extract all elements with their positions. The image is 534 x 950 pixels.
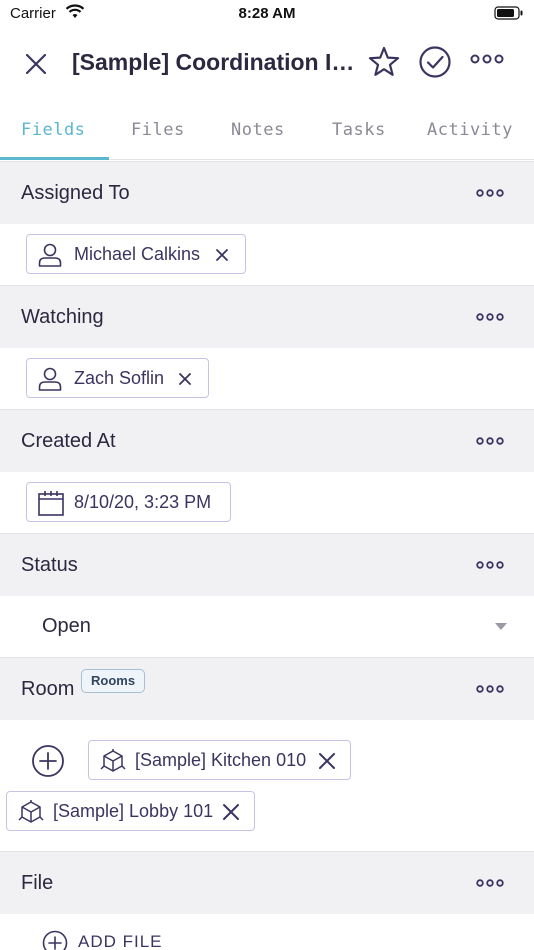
file-label: File <box>21 872 54 894</box>
person-icon <box>38 367 62 391</box>
room-cube-icon <box>18 800 44 823</box>
tab-files[interactable]: Files <box>131 120 185 140</box>
watcher-name: Zach Soflin <box>74 368 165 388</box>
calendar-icon <box>38 491 64 516</box>
remove-room-icon[interactable] <box>318 752 336 770</box>
created-at-header: Created At <box>0 409 534 472</box>
room-chip-lobby[interactable]: [Sample] Lobby 101 <box>6 791 255 831</box>
watching-body: Zach Soflin <box>0 348 534 409</box>
assignee-name: Michael Calkins <box>74 244 201 264</box>
page-title: [Sample] Coordination Iss... <box>72 49 356 75</box>
assigned-to-label: Assigned To <box>21 182 130 204</box>
check-circle-icon[interactable] <box>418 45 452 79</box>
room-label: Room <box>21 678 75 700</box>
room-chip-kitchen[interactable]: [Sample] Kitchen 010 <box>88 740 351 780</box>
status-label: Status <box>21 554 78 576</box>
status-header: Status <box>0 533 534 596</box>
add-file-label: ADD FILE <box>78 932 163 950</box>
watching-label: Watching <box>21 306 104 328</box>
active-tab-indicator <box>0 157 109 160</box>
created-at-chip[interactable]: 8/10/20, 3:23 PM <box>26 482 231 522</box>
add-room-icon[interactable] <box>31 744 65 778</box>
status-value: Open <box>42 615 91 637</box>
room-more-icon[interactable] <box>476 685 504 693</box>
room-name: [Sample] Kitchen 010 <box>135 750 307 770</box>
room-header: Room Rooms <box>0 657 534 720</box>
tab-notes[interactable]: Notes <box>231 120 285 140</box>
tab-tasks[interactable]: Tasks <box>332 120 386 140</box>
remove-room-icon[interactable] <box>222 803 240 821</box>
person-icon <box>38 243 62 267</box>
tab-fields[interactable]: Fields <box>21 120 85 140</box>
close-icon[interactable] <box>20 48 52 80</box>
file-header: File <box>0 851 534 914</box>
clock: 8:28 AM <box>238 5 296 22</box>
room-body: [Sample] Kitchen 010 [Sample] Lobby 101 <box>0 720 534 851</box>
status-bar: Carrier 8:28 AM <box>0 0 534 30</box>
tab-bar: Fields Files Notes Tasks Activity <box>0 104 534 160</box>
assigned-to-header: Assigned To <box>0 161 534 224</box>
chevron-down-icon <box>495 623 507 630</box>
assignee-chip[interactable]: Michael Calkins <box>26 234 246 274</box>
status-select[interactable]: Open <box>0 596 534 657</box>
add-circle-icon <box>42 930 68 950</box>
created-at-more-icon[interactable] <box>476 437 504 445</box>
watching-header: Watching <box>0 285 534 348</box>
created-at-label: Created At <box>21 430 116 452</box>
more-options-icon[interactable] <box>470 54 504 64</box>
room-cube-icon <box>100 749 126 772</box>
remove-watcher-icon[interactable] <box>178 372 192 386</box>
watcher-chip[interactable]: Zach Soflin <box>26 358 209 398</box>
created-at-value: 8/10/20, 3:23 PM <box>74 492 212 512</box>
rooms-badge: Rooms <box>81 669 146 693</box>
file-more-icon[interactable] <box>476 879 504 887</box>
assigned-to-more-icon[interactable] <box>476 189 504 197</box>
room-name: [Sample] Lobby 101 <box>53 801 214 821</box>
battery-icon <box>494 6 523 20</box>
tab-activity[interactable]: Activity <box>427 120 513 140</box>
star-icon[interactable] <box>367 45 401 79</box>
remove-assignee-icon[interactable] <box>215 248 229 262</box>
assigned-to-body: Michael Calkins <box>0 224 534 285</box>
watching-more-icon[interactable] <box>476 313 504 321</box>
nav-header: [Sample] Coordination Iss... <box>0 36 534 90</box>
status-more-icon[interactable] <box>476 561 504 569</box>
created-at-body: 8/10/20, 3:23 PM <box>0 472 534 533</box>
file-body: ADD FILE <box>0 914 534 950</box>
